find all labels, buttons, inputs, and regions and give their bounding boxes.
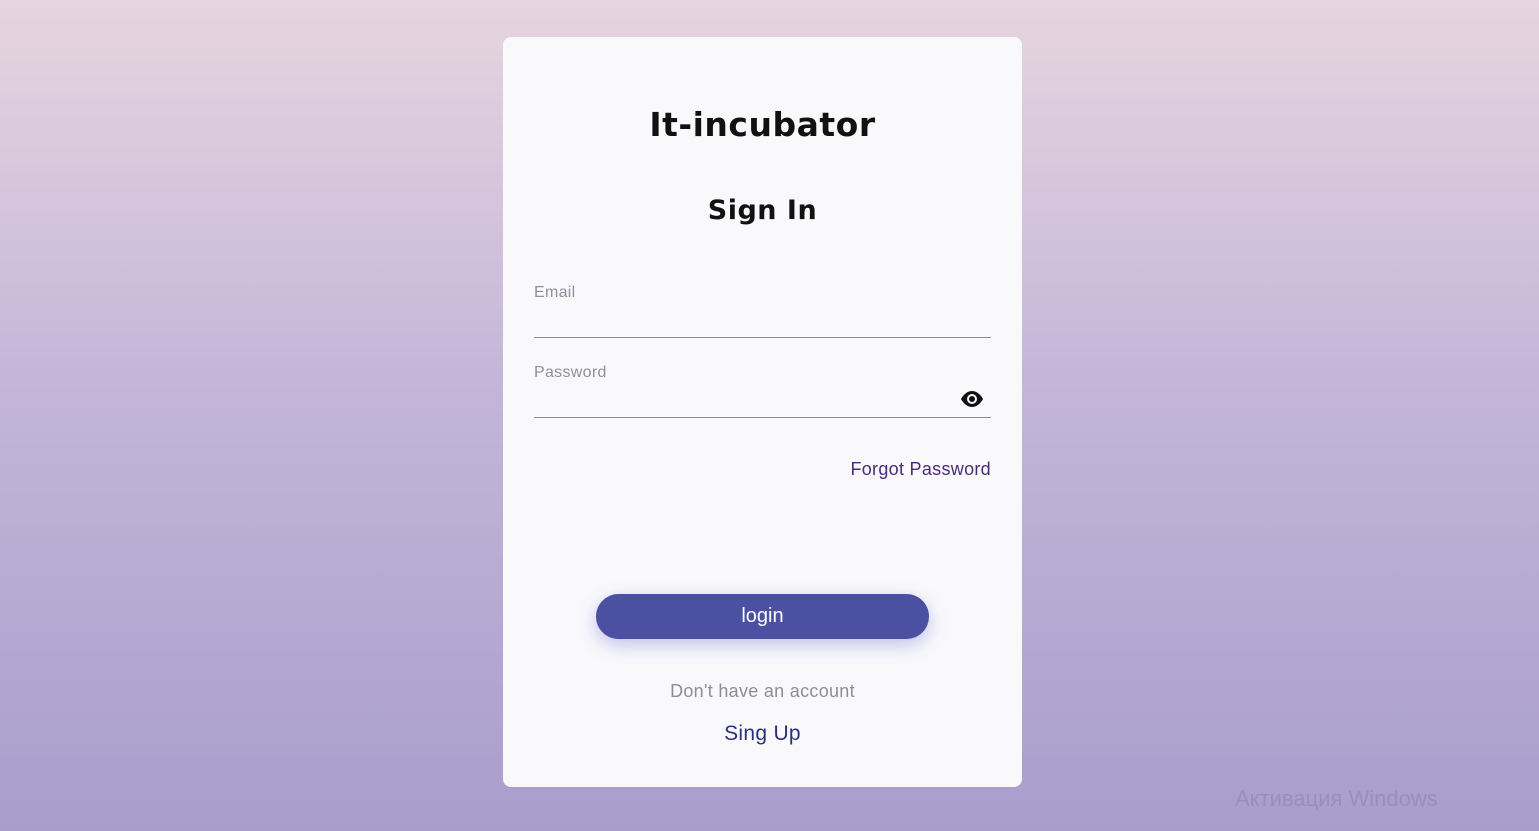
email-label: Email — [534, 284, 576, 301]
email-input[interactable] — [534, 307, 948, 333]
login-button[interactable]: login — [596, 594, 929, 639]
sign-up-link[interactable]: Sing Up — [503, 722, 1022, 746]
password-input[interactable] — [534, 387, 948, 413]
no-account-text: Don't have an account — [670, 681, 855, 701]
email-field[interactable]: Email — [534, 274, 991, 338]
password-label: Password — [534, 364, 607, 381]
page-title: Sign In — [707, 195, 818, 226]
windows-activation-watermark: Активация Windows — [1235, 786, 1438, 811]
password-field[interactable]: Password — [534, 354, 991, 418]
forgot-password-link[interactable]: Forgot Password — [850, 459, 991, 480]
eye-icon[interactable] — [959, 390, 985, 408]
brand-title: It-incubator — [649, 105, 876, 144]
sign-in-card: It-incubator Sign In Email Password Forg… — [503, 37, 1022, 787]
